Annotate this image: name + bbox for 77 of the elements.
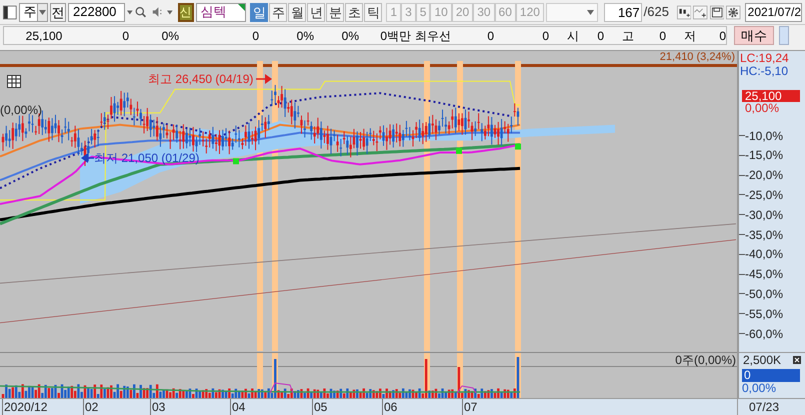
axis-tick-label: -55,0% <box>745 306 784 321</box>
layout-icon[interactable] <box>3 4 17 21</box>
axis-tick-label: -10,0% <box>745 128 784 143</box>
axis-tick-label: -35,0% <box>745 228 784 242</box>
axis-tick-label: -45,0% <box>745 267 784 282</box>
volume-label: 0주(0,00%) <box>675 352 736 367</box>
axis-tick-label: -15,0% <box>745 148 784 162</box>
date-axis-label: 06 <box>382 398 398 415</box>
period-tab[interactable]: 분 <box>326 2 344 22</box>
date-axis-label: 07 <box>462 398 478 415</box>
change-label: (0,00%) <box>0 102 42 119</box>
price-level-label: 21,410 (3,24%) <box>660 52 735 63</box>
date-field[interactable]: 2021/07/2 <box>744 2 802 22</box>
change-value: 0,00% <box>745 102 780 114</box>
quote-value: 0 <box>486 28 494 45</box>
search-icon[interactable] <box>134 5 146 20</box>
credit-badge: 신 <box>178 2 194 22</box>
close-icon[interactable] <box>793 356 801 364</box>
quote-value: 0백만 <box>379 28 411 45</box>
axis-tick-label: -20,0% <box>745 168 784 182</box>
axis-tick-label: -50,0% <box>745 286 784 301</box>
quote-value: 25,100 <box>24 28 64 45</box>
period-tab[interactable]: 년 <box>307 2 326 22</box>
quote-value: 0% <box>296 28 314 45</box>
quote-value: 0 <box>658 28 666 45</box>
grid-toggle-icon[interactable] <box>7 74 21 88</box>
settings-icon[interactable] <box>726 4 741 21</box>
caret-icon[interactable] <box>587 10 594 15</box>
volume-tag: 0 <box>742 368 800 382</box>
axis-tick-label: -25,0% <box>745 188 784 202</box>
save-icon[interactable] <box>710 4 724 21</box>
hc-label: HC:-5,10 <box>740 64 788 78</box>
stock-name-field[interactable]: 심텍 <box>196 2 246 22</box>
right-arrow-icon <box>256 74 272 84</box>
axis-tick-label: -30,0% <box>745 208 784 222</box>
corner-marker-icon <box>238 4 246 11</box>
cursor-date-label: 07/23 <box>748 398 780 415</box>
lc-label: LC:19,24 <box>740 52 789 65</box>
market-dropdown[interactable]: 주 <box>18 2 48 22</box>
quote-value: 저 <box>683 28 696 45</box>
period-tab[interactable]: 초 <box>345 2 364 22</box>
date-axis-label: 03 <box>150 398 166 415</box>
prev-button[interactable]: 전 <box>50 2 66 22</box>
axis-tick-label: -60,0% <box>745 326 784 341</box>
quote-value: 0 <box>541 28 549 45</box>
quote-value: 0 <box>121 28 129 45</box>
quote-value: 시 <box>566 28 579 45</box>
caret-icon[interactable] <box>38 10 46 15</box>
date-axis-label: 02 <box>83 398 98 415</box>
quote-value: 최우선 <box>414 28 449 45</box>
high-price-note: 최고 26,450 (04/19) <box>148 70 254 88</box>
left-arrow-icon <box>81 152 94 163</box>
quote-value: 고 <box>621 28 634 45</box>
period-tab[interactable]: 틱 <box>364 2 382 22</box>
caret-icon[interactable] <box>166 10 173 15</box>
axis-tick-label: -40,0% <box>745 247 784 262</box>
price-tag: 25,100 <box>742 90 800 102</box>
quote-value: 0 <box>718 28 726 45</box>
volume-max-tick: 2,500K <box>743 352 782 367</box>
signal-marker <box>233 158 239 164</box>
quote-value: 0% <box>340 28 359 45</box>
volume-change: 0,00% <box>742 382 776 395</box>
caret-icon[interactable] <box>127 10 133 15</box>
quote-value: 0% <box>160 28 179 45</box>
period-tab[interactable]: 일 <box>250 2 268 22</box>
quote-value: 0 <box>596 28 604 45</box>
period-tab[interactable]: 주 <box>269 2 288 22</box>
date-axis-label: 2020/12 <box>2 398 48 415</box>
buy-button[interactable]: 매수 <box>734 26 774 46</box>
total-count: /625 <box>644 3 669 22</box>
count-field[interactable]: 167 <box>604 2 642 22</box>
period-tab[interactable]: 월 <box>288 2 306 22</box>
date-axis-label: 05 <box>312 398 328 415</box>
date-axis-label: 04 <box>230 398 246 415</box>
quote-value: 0 <box>251 28 259 45</box>
candle-add-icon[interactable] <box>676 4 692 21</box>
code-field[interactable]: 222800 <box>68 2 126 22</box>
